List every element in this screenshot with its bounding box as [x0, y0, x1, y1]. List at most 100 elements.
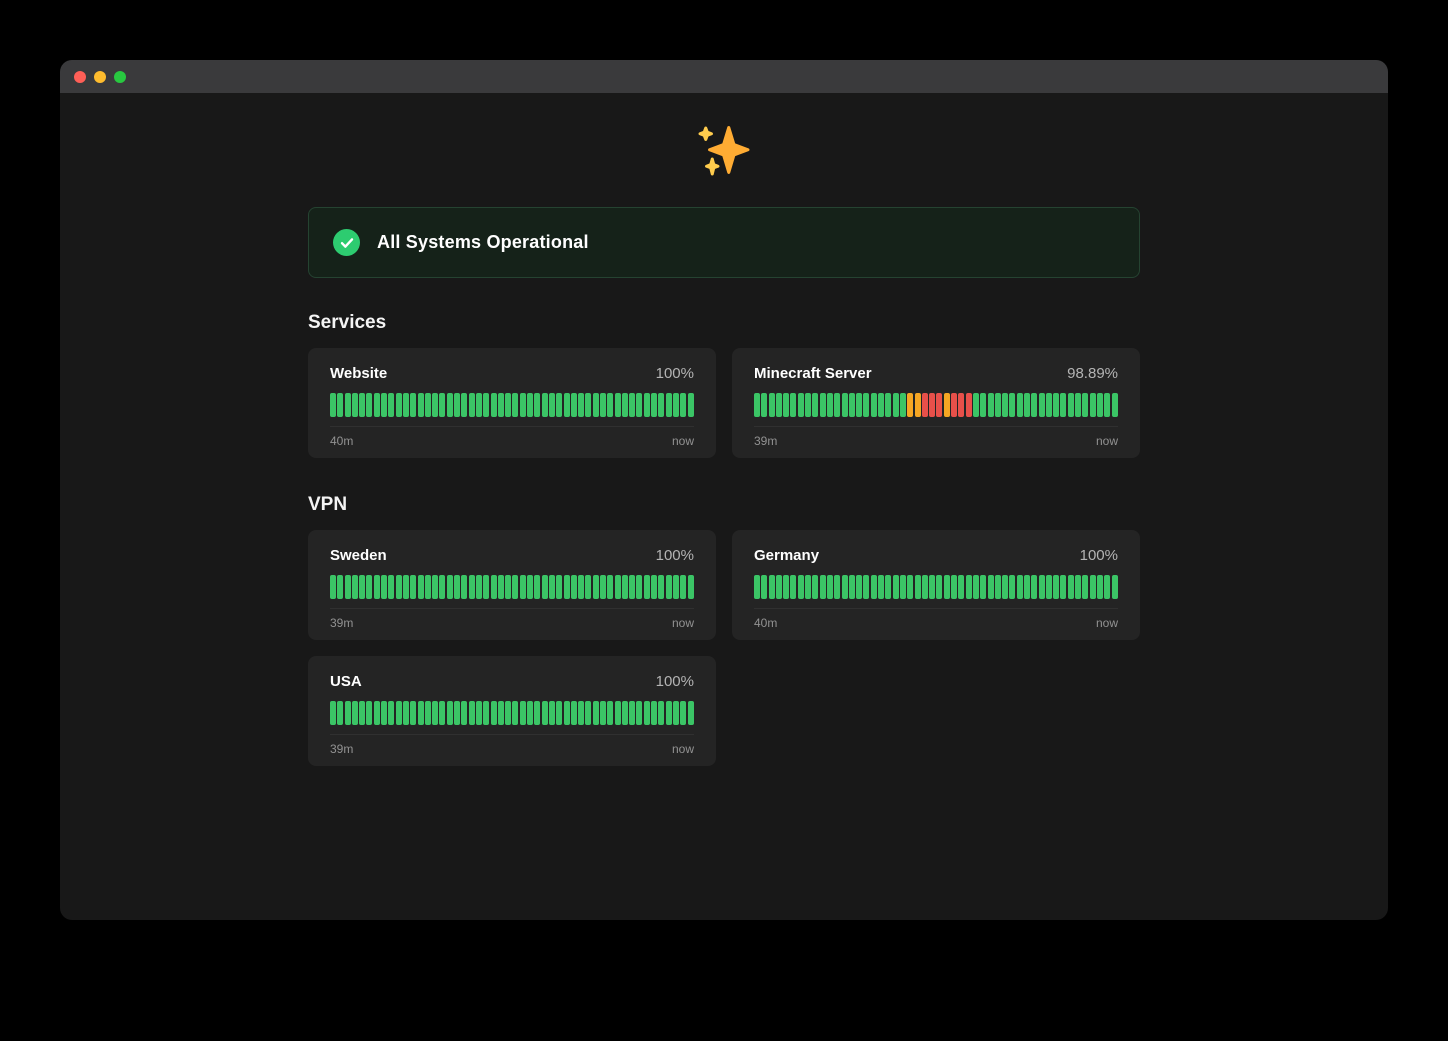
uptime-bar[interactable] [871, 575, 877, 599]
uptime-bar[interactable] [783, 575, 789, 599]
uptime-bar[interactable] [1097, 393, 1103, 417]
uptime-bar[interactable] [776, 575, 782, 599]
uptime-bar[interactable] [491, 393, 497, 417]
uptime-bar[interactable] [483, 393, 489, 417]
uptime-bar[interactable] [915, 575, 921, 599]
uptime-bar[interactable] [476, 393, 482, 417]
uptime-bar[interactable] [893, 393, 899, 417]
uptime-bar[interactable] [666, 701, 672, 725]
uptime-bar[interactable] [476, 701, 482, 725]
uptime-bar[interactable] [915, 393, 921, 417]
uptime-bar[interactable] [593, 701, 599, 725]
uptime-bar[interactable] [403, 701, 409, 725]
uptime-bar[interactable] [798, 393, 804, 417]
uptime-bar[interactable] [929, 575, 935, 599]
uptime-bar[interactable] [1024, 393, 1030, 417]
uptime-bar[interactable] [439, 575, 445, 599]
uptime-bar[interactable] [359, 393, 365, 417]
uptime-bar[interactable] [629, 701, 635, 725]
uptime-bar[interactable] [673, 575, 679, 599]
uptime-bar[interactable] [607, 575, 613, 599]
uptime-bar[interactable] [644, 393, 650, 417]
uptime-bar[interactable] [1104, 393, 1110, 417]
uptime-bar[interactable] [410, 701, 416, 725]
uptime-bar[interactable] [878, 575, 884, 599]
uptime-bar[interactable] [1104, 575, 1110, 599]
close-button[interactable] [74, 71, 86, 83]
uptime-bar[interactable] [527, 393, 533, 417]
uptime-bar[interactable] [571, 575, 577, 599]
uptime-bar[interactable] [1031, 393, 1037, 417]
uptime-bar[interactable] [549, 701, 555, 725]
uptime-bar[interactable] [469, 701, 475, 725]
uptime-bar[interactable] [571, 393, 577, 417]
uptime-bar[interactable] [812, 575, 818, 599]
uptime-bar[interactable] [461, 575, 467, 599]
uptime-bar[interactable] [578, 575, 584, 599]
uptime-bar[interactable] [425, 575, 431, 599]
uptime-bar[interactable] [980, 393, 986, 417]
uptime-bar[interactable] [461, 393, 467, 417]
uptime-bar[interactable] [359, 701, 365, 725]
uptime-bar[interactable] [958, 393, 964, 417]
uptime-bar[interactable] [878, 393, 884, 417]
uptime-bar[interactable] [439, 701, 445, 725]
uptime-bar[interactable] [812, 393, 818, 417]
uptime-bar[interactable] [585, 701, 591, 725]
uptime-bar[interactable] [1090, 393, 1096, 417]
uptime-bar[interactable] [1024, 575, 1030, 599]
uptime-bar[interactable] [849, 575, 855, 599]
uptime-bar[interactable] [556, 393, 562, 417]
uptime-bar[interactable] [1039, 393, 1045, 417]
uptime-bar[interactable] [366, 575, 372, 599]
uptime-bar[interactable] [454, 575, 460, 599]
uptime-bar[interactable] [439, 393, 445, 417]
uptime-bar[interactable] [900, 393, 906, 417]
uptime-bar[interactable] [403, 393, 409, 417]
uptime-bar[interactable] [761, 575, 767, 599]
uptime-bar[interactable] [658, 701, 664, 725]
uptime-bar[interactable] [988, 393, 994, 417]
uptime-bar[interactable] [769, 575, 775, 599]
uptime-bar[interactable] [936, 393, 942, 417]
uptime-bar[interactable] [345, 575, 351, 599]
uptime-bar[interactable] [556, 701, 562, 725]
uptime-bar[interactable] [958, 575, 964, 599]
uptime-bar[interactable] [673, 701, 679, 725]
uptime-bar[interactable] [425, 393, 431, 417]
uptime-bar[interactable] [607, 701, 613, 725]
uptime-bar[interactable] [520, 575, 526, 599]
uptime-bar[interactable] [856, 575, 862, 599]
uptime-bar[interactable] [564, 393, 570, 417]
uptime-bar[interactable] [366, 701, 372, 725]
uptime-bar[interactable] [549, 393, 555, 417]
uptime-bar[interactable] [907, 393, 913, 417]
uptime-bar[interactable] [871, 393, 877, 417]
uptime-bar[interactable] [374, 575, 380, 599]
uptime-bar[interactable] [842, 393, 848, 417]
uptime-bar[interactable] [352, 393, 358, 417]
uptime-bar[interactable] [1009, 575, 1015, 599]
uptime-bar[interactable] [352, 575, 358, 599]
uptime-bar[interactable] [834, 393, 840, 417]
uptime-bar[interactable] [498, 701, 504, 725]
uptime-bar[interactable] [432, 393, 438, 417]
uptime-bar[interactable] [1002, 393, 1008, 417]
uptime-bar[interactable] [666, 393, 672, 417]
uptime-bar[interactable] [856, 393, 862, 417]
uptime-bar[interactable] [651, 393, 657, 417]
uptime-bar[interactable] [578, 701, 584, 725]
uptime-bar[interactable] [622, 701, 628, 725]
uptime-bar[interactable] [1017, 393, 1023, 417]
uptime-bar[interactable] [907, 575, 913, 599]
uptime-bar[interactable] [922, 393, 928, 417]
uptime-bar[interactable] [491, 701, 497, 725]
uptime-bar[interactable] [410, 575, 416, 599]
uptime-bar[interactable] [922, 575, 928, 599]
uptime-bar[interactable] [754, 575, 760, 599]
uptime-bar[interactable] [688, 393, 694, 417]
uptime-bar[interactable] [885, 575, 891, 599]
uptime-bar[interactable] [790, 575, 796, 599]
uptime-bar[interactable] [666, 575, 672, 599]
uptime-bar[interactable] [1097, 575, 1103, 599]
